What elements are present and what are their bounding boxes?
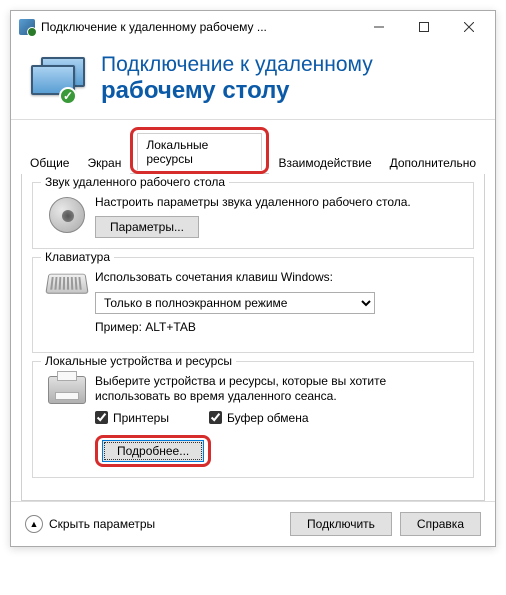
tab-screen[interactable]: Экран xyxy=(78,151,130,174)
group-devices-title: Локальные устройства и ресурсы xyxy=(41,354,236,368)
printers-checkbox[interactable] xyxy=(95,411,108,424)
printers-label: Принтеры xyxy=(113,411,169,425)
tabs-container: Общие Экран Локальные ресурсы Взаимодейс… xyxy=(11,120,495,501)
tab-advanced[interactable]: Дополнительно xyxy=(381,151,485,174)
rdc-window: Подключение к удаленному рабочему ... ✓ … xyxy=(10,10,496,547)
speaker-icon xyxy=(43,195,91,239)
group-sound-title: Звук удаленного рабочего стола xyxy=(41,175,229,189)
keyboard-example: Пример: ALT+TAB xyxy=(95,320,463,336)
rdc-header-icon: ✓ xyxy=(31,57,87,101)
titlebar: Подключение к удаленному рабочему ... xyxy=(11,11,495,43)
more-devices-button[interactable]: Подробнее... xyxy=(102,440,204,462)
help-button[interactable]: Справка xyxy=(400,512,481,536)
clipboard-checkbox-wrap[interactable]: Буфер обмена xyxy=(209,411,309,425)
clipboard-checkbox[interactable] xyxy=(209,411,222,424)
window-controls xyxy=(357,13,491,41)
printer-icon xyxy=(43,374,91,467)
devices-desc: Выберите устройства и ресурсы, которые в… xyxy=(95,374,463,405)
header-line1: Подключение к удаленному xyxy=(101,53,373,77)
collapse-options-link[interactable]: ▲ Скрыть параметры xyxy=(25,515,155,533)
chevron-up-icon: ▲ xyxy=(25,515,43,533)
maximize-button[interactable] xyxy=(402,13,446,41)
sound-desc: Настроить параметры звука удаленного раб… xyxy=(95,195,463,211)
close-button[interactable] xyxy=(447,13,491,41)
window-title: Подключение к удаленному рабочему ... xyxy=(41,20,357,34)
group-sound: Звук удаленного рабочего стола Настроить… xyxy=(32,182,474,250)
group-devices: Локальные устройства и ресурсы Выберите … xyxy=(32,361,474,478)
printers-checkbox-wrap[interactable]: Принтеры xyxy=(95,411,169,425)
header-line2: рабочему столу xyxy=(101,77,373,105)
tab-general[interactable]: Общие xyxy=(21,151,78,174)
tab-local-resources[interactable]: Локальные ресурсы xyxy=(137,133,262,170)
keyboard-mode-select[interactable]: Только в полноэкранном режиме xyxy=(95,292,375,314)
keyboard-desc: Использовать сочетания клавиш Windows: xyxy=(95,270,463,286)
group-keyboard: Клавиатура Использовать сочетания клавиш… xyxy=(32,257,474,352)
footer: ▲ Скрыть параметры Подключить Справка xyxy=(11,501,495,546)
annotation-highlight-tab: Локальные ресурсы xyxy=(130,127,269,174)
annotation-highlight-more: Подробнее... xyxy=(95,435,211,467)
collapse-label: Скрыть параметры xyxy=(49,517,155,531)
sound-settings-button[interactable]: Параметры... xyxy=(95,216,199,238)
connect-button[interactable]: Подключить xyxy=(290,512,392,536)
keyboard-icon xyxy=(43,270,91,341)
tab-strip: Общие Экран Локальные ресурсы Взаимодейс… xyxy=(21,126,485,174)
header: ✓ Подключение к удаленному рабочему стол… xyxy=(11,43,495,120)
tab-panel-local: Звук удаленного рабочего стола Настроить… xyxy=(21,174,485,501)
tab-interaction[interactable]: Взаимодействие xyxy=(269,151,380,174)
group-keyboard-title: Клавиатура xyxy=(41,250,114,264)
clipboard-label: Буфер обмена xyxy=(227,411,309,425)
header-text: Подключение к удаленному рабочему столу xyxy=(101,53,373,105)
minimize-button[interactable] xyxy=(357,13,401,41)
app-icon xyxy=(19,19,35,35)
